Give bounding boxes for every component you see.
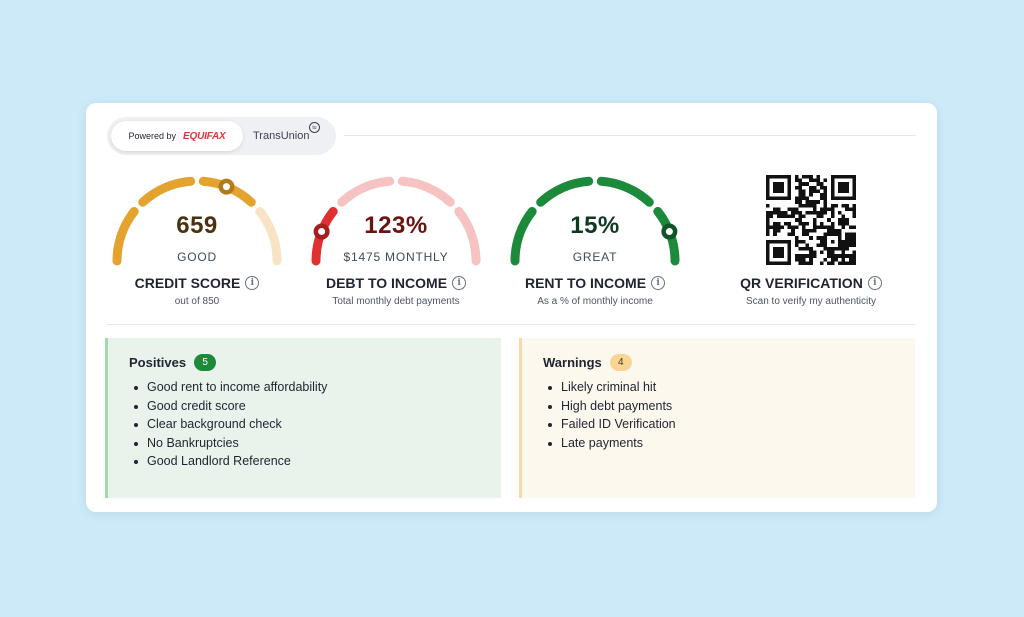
- section-divider: [107, 324, 916, 325]
- debt-to-income-value: 123%: [364, 212, 428, 239]
- equifax-logo: EQUIFAX: [183, 130, 226, 142]
- gauge-segment: [337, 176, 395, 207]
- gauge-rent-to-income: 15% GREAT RENT TO INCOME i As a % of mon…: [503, 169, 703, 309]
- list-item: High debt payments: [543, 397, 915, 416]
- list-item: Clear background check: [129, 415, 501, 434]
- debt-to-income-title-label: DEBT TO INCOME: [325, 275, 448, 291]
- list-item: Failed ID Verification: [543, 415, 915, 434]
- gauge-credit-score: 659 GOOD CREDIT SCORE i out of 850: [105, 169, 305, 309]
- provider-toggle: Powered by EQUIFAX TransUnion tu: [107, 117, 336, 155]
- qr-verification-title: QR VERIFICATION i: [726, 275, 896, 291]
- warnings-list: Likely criminal hit High debt payments F…: [543, 378, 915, 452]
- gauge-segment: [596, 176, 654, 207]
- gauge-debt-to-income: 123% $1475 MONTHLY DEBT TO INCOME i Tota…: [304, 169, 504, 309]
- provider-divider: [344, 135, 916, 136]
- rent-to-income-subtitle: As a % of monthly income: [537, 296, 653, 307]
- warnings-count-badge: 4: [609, 353, 632, 371]
- rent-to-income-title: RENT TO INCOME i: [503, 275, 687, 291]
- provider-row: Powered by EQUIFAX TransUnion tu: [107, 117, 916, 155]
- info-icon[interactable]: i: [651, 276, 666, 290]
- transunion-badge-icon: tu: [309, 122, 320, 133]
- positives-list: Good rent to income affordability Good c…: [129, 378, 501, 471]
- warnings-header: Warnings 4: [543, 352, 915, 372]
- transunion-logo: TransUnion: [253, 130, 310, 142]
- debt-to-income-subtitle: Total monthly debt payments: [332, 296, 460, 307]
- debt-to-income-status: $1475 MONTHLY: [343, 250, 449, 264]
- credit-score-title: CREDIT SCORE i: [105, 275, 289, 291]
- gauge-knob-center: [222, 183, 230, 191]
- rent-to-income-status: GREAT: [572, 250, 618, 264]
- credit-score-status: GOOD: [177, 250, 217, 264]
- credit-score-subtitle: out of 850: [174, 296, 220, 307]
- rent-to-income-value: 15%: [570, 212, 620, 239]
- positives-header: Positives 5: [129, 352, 501, 372]
- warnings-title: Warnings: [543, 354, 602, 370]
- info-icon[interactable]: i: [867, 276, 882, 290]
- info-icon[interactable]: i: [452, 276, 467, 290]
- provider-option-equifax[interactable]: Powered by EQUIFAX: [111, 121, 243, 151]
- qr-verification-subtitle: Scan to verify my authenticity: [745, 296, 877, 307]
- positives-panel: Positives 5 Good rent to income affordab…: [105, 338, 501, 498]
- list-item: Late payments: [543, 434, 915, 453]
- credit-score-value: 659: [176, 212, 218, 239]
- list-item: Good credit score: [129, 397, 501, 416]
- warnings-panel: Warnings 4 Likely criminal hit High debt…: [519, 338, 915, 498]
- list-item: Good Landlord Reference: [129, 452, 501, 471]
- credit-score-title-label: CREDIT SCORE: [134, 275, 241, 291]
- qr-verification: QR VERIFICATION i Scan to verify my auth…: [726, 175, 896, 315]
- debt-to-income-title: DEBT TO INCOME i: [304, 275, 488, 291]
- info-icon[interactable]: i: [245, 276, 260, 290]
- list-item: Likely criminal hit: [543, 378, 915, 397]
- positives-count-badge: 5: [194, 353, 217, 371]
- rent-to-income-title-label: RENT TO INCOME: [524, 275, 647, 291]
- powered-by-label: Powered by: [128, 131, 177, 141]
- qr-code-icon[interactable]: [766, 175, 856, 265]
- list-item: Good rent to income affordability: [129, 378, 501, 397]
- report-card: Powered by EQUIFAX TransUnion tu 659 GOO…: [86, 103, 937, 512]
- provider-option-transunion[interactable]: TransUnion tu: [253, 121, 329, 151]
- qr-verification-title-label: QR VERIFICATION: [740, 275, 863, 291]
- positives-title: Positives: [129, 354, 187, 370]
- gauge-segment: [536, 176, 594, 207]
- gauge-segment: [138, 176, 196, 207]
- list-item: No Bankruptcies: [129, 434, 501, 453]
- gauge-segment: [397, 176, 455, 207]
